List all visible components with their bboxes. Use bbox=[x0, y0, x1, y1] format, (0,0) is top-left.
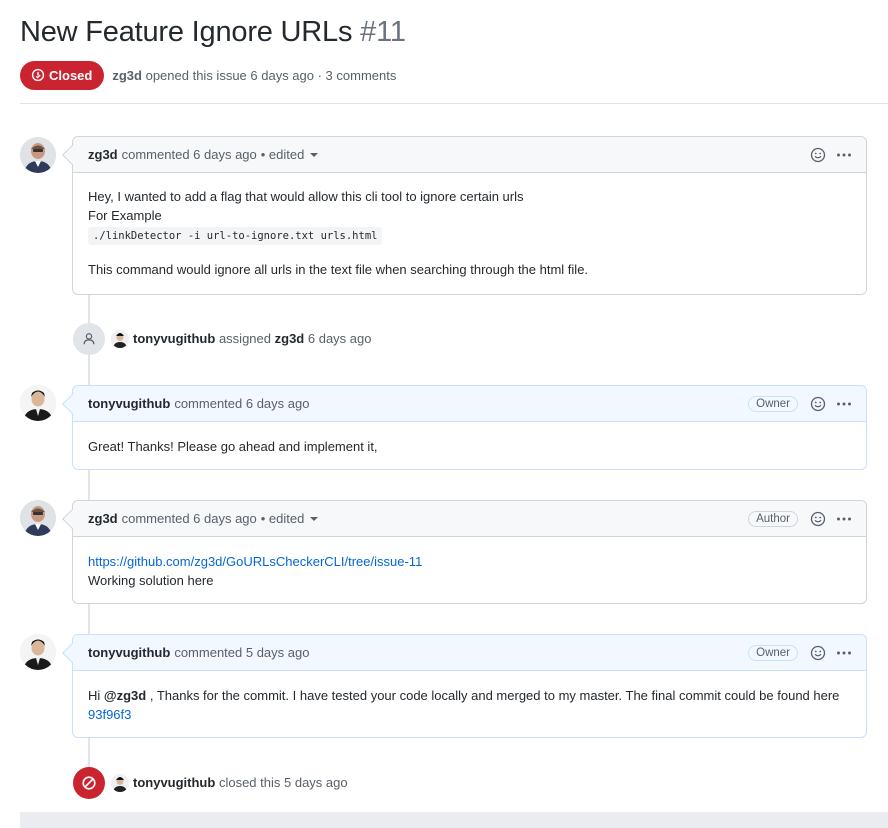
commit-link[interactable]: 93f96f3 bbox=[88, 707, 131, 722]
issue-meta-desc: opened this issue 6 days ago · 3 comment… bbox=[145, 67, 397, 83]
comment-author[interactable]: tonyvugithub bbox=[88, 645, 170, 660]
avatar[interactable] bbox=[20, 385, 56, 421]
comment-text: Hi @zg3d , Thanks for the commit. I have… bbox=[88, 688, 840, 703]
issue-number: #11 bbox=[360, 16, 406, 48]
smiley-icon[interactable] bbox=[810, 396, 826, 412]
comment-text: For Example bbox=[88, 208, 162, 223]
issue-title-text: New Feature Ignore URLs bbox=[20, 16, 353, 48]
comment-timestamp[interactable]: commented 6 days ago bbox=[122, 147, 257, 162]
comment-header: zg3d commented 6 days ago • edited Autho… bbox=[62, 501, 866, 537]
kebab-horizontal-icon[interactable] bbox=[836, 511, 852, 527]
event-target[interactable]: zg3d bbox=[275, 331, 305, 346]
header-divider bbox=[20, 103, 888, 104]
comment-header: tonyvugithub commented 5 days ago Owner bbox=[62, 635, 866, 671]
comment-body: https://github.com/zg3d/GoURLsCheckerCLI… bbox=[73, 537, 866, 604]
comment-1: zg3d commented 6 days ago • edited Hey, … bbox=[62, 136, 867, 295]
smiley-icon[interactable] bbox=[810, 147, 826, 163]
comment-author[interactable]: zg3d bbox=[88, 147, 118, 162]
role-badge: Author bbox=[748, 510, 798, 527]
smiley-icon[interactable] bbox=[810, 645, 826, 661]
person-icon bbox=[83, 333, 95, 345]
smiley-icon[interactable] bbox=[810, 511, 826, 527]
event-actor[interactable]: tonyvugithub bbox=[133, 775, 215, 790]
user-mention[interactable]: @zg3d bbox=[104, 688, 146, 703]
chevron-down-icon bbox=[310, 152, 319, 157]
issue-title: New Feature Ignore URLs #11 bbox=[20, 16, 406, 49]
event-actor[interactable]: tonyvugithub bbox=[133, 331, 215, 346]
comment-text: Hey, I wanted to add a flag that would a… bbox=[88, 189, 524, 204]
avatar[interactable] bbox=[20, 500, 56, 536]
comment-body: Hey, I wanted to add a flag that would a… bbox=[73, 173, 866, 293]
issue-author-link[interactable]: zg3d bbox=[112, 68, 142, 83]
assign-event-text: tonyvugithub assigned zg3d 6 days ago bbox=[133, 331, 372, 346]
comment-timestamp[interactable]: commented 6 days ago bbox=[174, 396, 309, 411]
kebab-horizontal-icon[interactable] bbox=[836, 645, 852, 661]
role-badge: Owner bbox=[748, 395, 798, 412]
timeline-bottom-divider bbox=[20, 812, 888, 828]
closed-event-badge bbox=[73, 767, 105, 799]
avatar[interactable] bbox=[20, 137, 56, 173]
comment-text: This command would ignore all urls in th… bbox=[88, 262, 589, 277]
comment-timestamp[interactable]: commented 5 days ago bbox=[174, 645, 309, 660]
edited-dropdown[interactable]: • edited bbox=[261, 511, 319, 526]
comment-body: Hi @zg3d , Thanks for the commit. I have… bbox=[73, 671, 866, 738]
comment-timestamp[interactable]: commented 6 days ago bbox=[122, 511, 257, 526]
comment-body: Great! Thanks! Please go ahead and imple… bbox=[73, 422, 866, 470]
comment-author[interactable]: zg3d bbox=[88, 511, 118, 526]
event-time[interactable]: 5 days ago bbox=[284, 775, 348, 790]
inline-code: ./linkDetector -i url-to-ignore.txt urls… bbox=[88, 227, 383, 245]
comment-text: Great! Thanks! Please go ahead and imple… bbox=[88, 439, 378, 454]
kebab-horizontal-icon[interactable] bbox=[836, 147, 852, 163]
comment-header: tonyvugithub commented 6 days ago Owner bbox=[62, 386, 866, 422]
closed-event-text: tonyvugithub closed this 5 days ago bbox=[133, 775, 348, 790]
avatar[interactable] bbox=[111, 330, 129, 348]
circle-slash-icon bbox=[82, 776, 96, 790]
branch-link[interactable]: https://github.com/zg3d/GoURLsCheckerCLI… bbox=[88, 554, 422, 569]
comment-2: tonyvugithub commented 6 days ago Owner … bbox=[62, 385, 867, 470]
issue-closed-icon bbox=[31, 68, 45, 82]
issue-meta-text: zg3d opened this issue 6 days ago · 3 co… bbox=[112, 68, 396, 83]
role-badge: Owner bbox=[748, 644, 798, 661]
comment-header: zg3d commented 6 days ago • edited bbox=[62, 137, 866, 173]
event-time[interactable]: 6 days ago bbox=[308, 331, 372, 346]
chevron-down-icon bbox=[310, 516, 319, 521]
comment-text: Working solution here bbox=[88, 573, 214, 588]
comment-4: tonyvugithub commented 5 days ago Owner … bbox=[62, 634, 867, 738]
comment-author[interactable]: tonyvugithub bbox=[88, 396, 170, 411]
avatar[interactable] bbox=[111, 774, 129, 792]
kebab-horizontal-icon[interactable] bbox=[836, 396, 852, 412]
state-badge: Closed bbox=[20, 60, 105, 90]
state-badge-label: Closed bbox=[49, 67, 93, 83]
edited-dropdown[interactable]: • edited bbox=[261, 147, 319, 162]
issue-meta: Closed zg3d opened this issue 6 days ago… bbox=[20, 60, 396, 90]
comment-3: zg3d commented 6 days ago • edited Autho… bbox=[62, 500, 867, 604]
assign-event-badge bbox=[73, 323, 105, 355]
avatar[interactable] bbox=[20, 634, 56, 670]
